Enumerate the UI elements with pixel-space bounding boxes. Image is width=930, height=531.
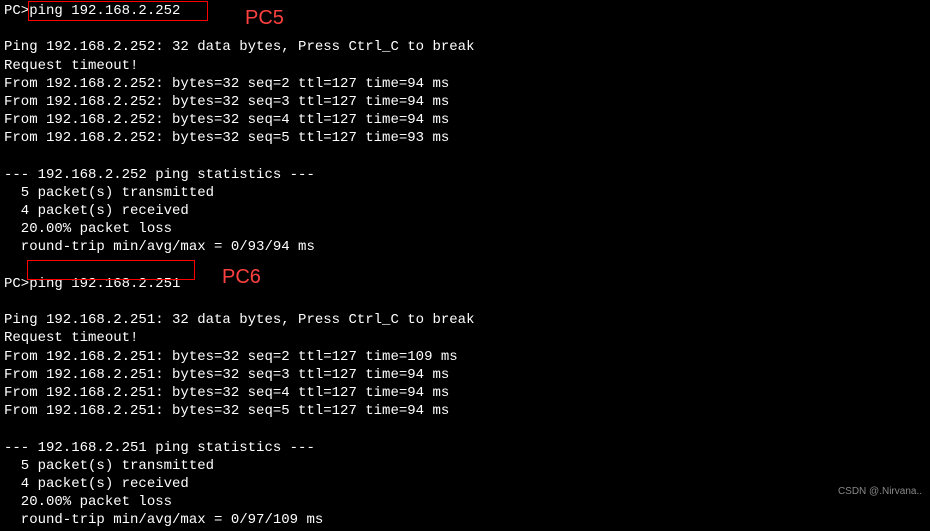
- prompt-line-1[interactable]: PC>ping 192.168.2.252: [4, 2, 926, 20]
- timeout-line: Request timeout!: [4, 57, 926, 75]
- watermark: CSDN @.Nirvana..: [838, 485, 922, 498]
- annotation-pc6: PC6: [222, 264, 261, 290]
- stats-line: 5 packet(s) transmitted: [4, 184, 926, 202]
- stats-line: 5 packet(s) transmitted: [4, 457, 926, 475]
- stats-line: 20.00% packet loss: [4, 220, 926, 238]
- stats-line: round-trip min/avg/max = 0/93/94 ms: [4, 238, 926, 256]
- prompt: PC>: [4, 3, 29, 19]
- stats-line: 4 packet(s) received: [4, 475, 926, 493]
- blank-line: [4, 293, 926, 311]
- ping-header: Ping 192.168.2.251: 32 data bytes, Press…: [4, 311, 926, 329]
- timeout-line: Request timeout!: [4, 329, 926, 347]
- annotation-pc5: PC5: [245, 5, 284, 31]
- blank-line: [4, 257, 926, 275]
- reply-line: From 192.168.2.251: bytes=32 seq=5 ttl=1…: [4, 402, 926, 420]
- prompt: PC>: [4, 276, 29, 292]
- command-text: ping 192.168.2.251: [29, 276, 180, 292]
- command-text: ping 192.168.2.252: [29, 3, 180, 19]
- terminal-output: PC>ping 192.168.2.252 Ping 192.168.2.252…: [0, 0, 930, 531]
- ping-header: Ping 192.168.2.252: 32 data bytes, Press…: [4, 38, 926, 56]
- blank-line: [4, 20, 926, 38]
- reply-line: From 192.168.2.252: bytes=32 seq=5 ttl=1…: [4, 129, 926, 147]
- stats-line: round-trip min/avg/max = 0/97/109 ms: [4, 511, 926, 529]
- blank-line: [4, 420, 926, 438]
- reply-line: From 192.168.2.251: bytes=32 seq=3 ttl=1…: [4, 366, 926, 384]
- blank-line: [4, 148, 926, 166]
- reply-line: From 192.168.2.252: bytes=32 seq=2 ttl=1…: [4, 75, 926, 93]
- reply-line: From 192.168.2.252: bytes=32 seq=3 ttl=1…: [4, 93, 926, 111]
- stats-header: --- 192.168.2.251 ping statistics ---: [4, 439, 926, 457]
- prompt-line-2[interactable]: PC>ping 192.168.2.251: [4, 275, 926, 293]
- reply-line: From 192.168.2.251: bytes=32 seq=2 ttl=1…: [4, 348, 926, 366]
- reply-line: From 192.168.2.252: bytes=32 seq=4 ttl=1…: [4, 111, 926, 129]
- stats-header: --- 192.168.2.252 ping statistics ---: [4, 166, 926, 184]
- stats-line: 4 packet(s) received: [4, 202, 926, 220]
- stats-line: 20.00% packet loss: [4, 493, 926, 511]
- reply-line: From 192.168.2.251: bytes=32 seq=4 ttl=1…: [4, 384, 926, 402]
